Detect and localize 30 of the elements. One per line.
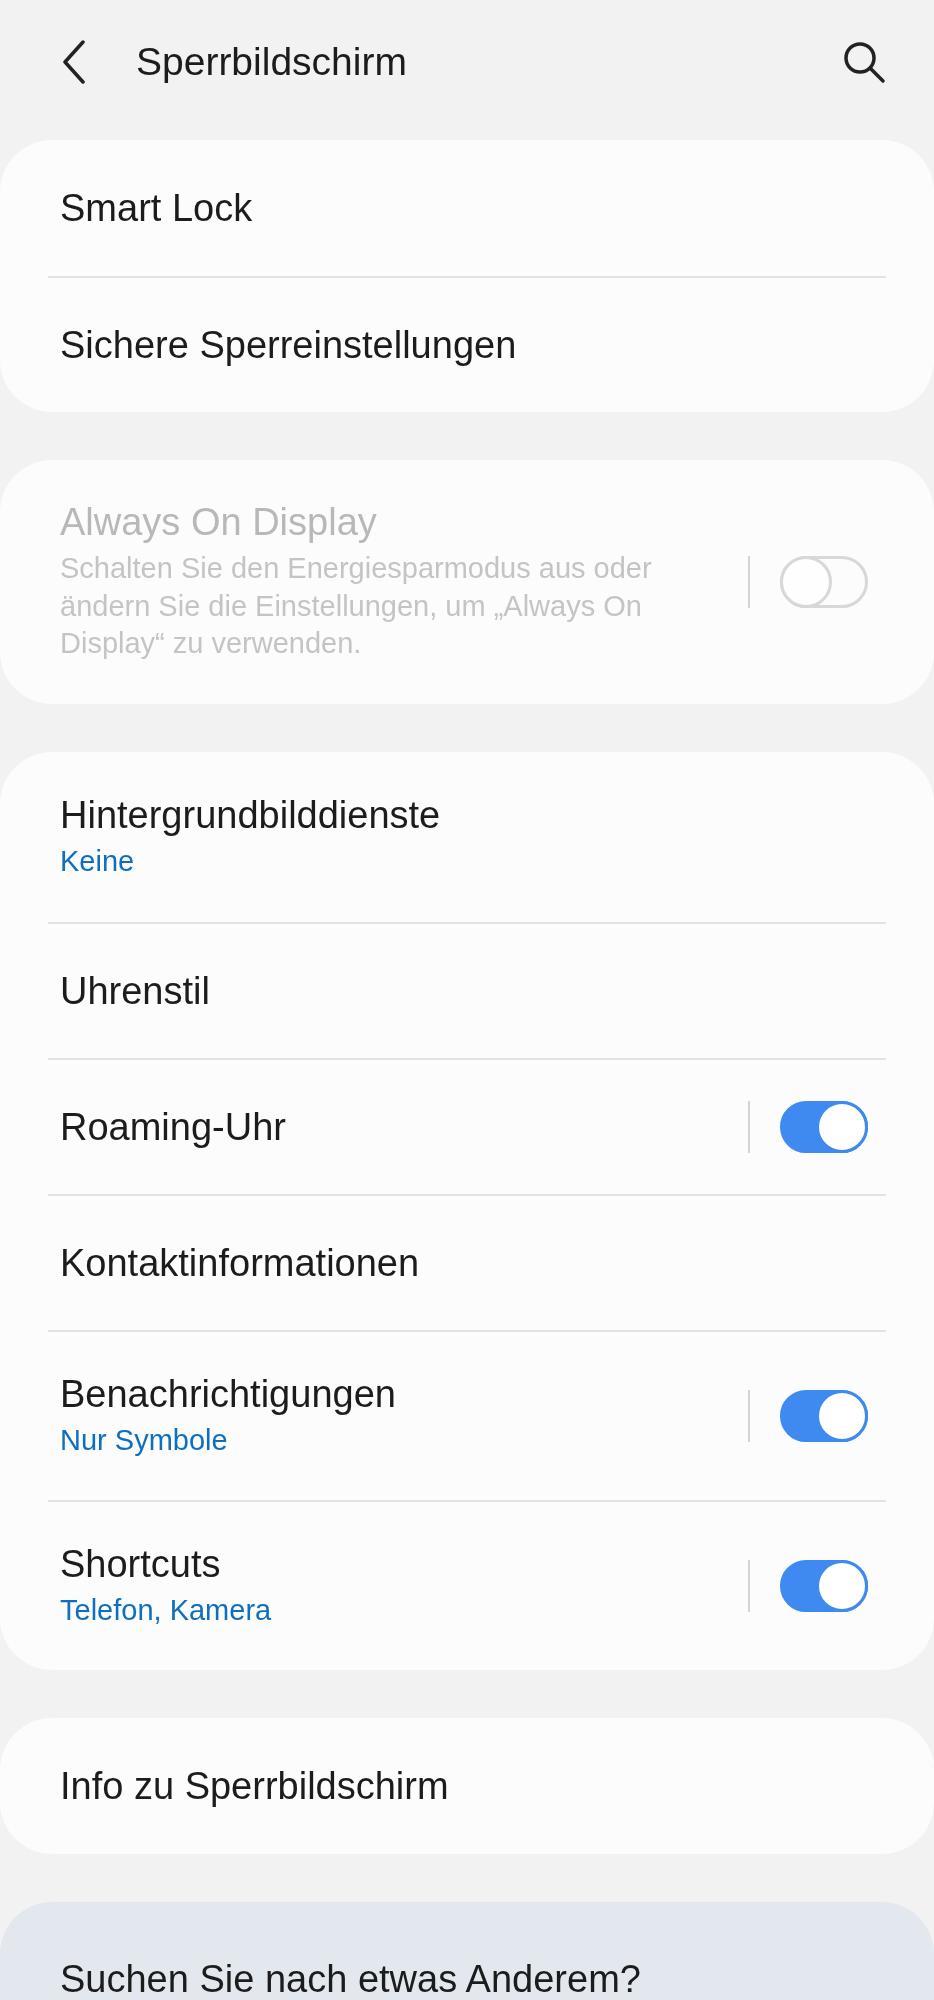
settings-item[interactable]: Shortcuts Telefon, Kamera xyxy=(48,1500,886,1670)
item-title: Hintergrundbilddienste xyxy=(60,793,442,837)
item-title: Sichere Sperreinstellungen xyxy=(60,323,518,367)
item-title: Info zu Sperrbildschirm xyxy=(60,1764,450,1808)
page-title: Sperrbildschirm xyxy=(136,40,408,84)
back-icon[interactable] xyxy=(62,40,86,84)
settings-item[interactable]: Roaming-Uhr xyxy=(48,1058,886,1194)
item-subtitle: Telefon, Kamera xyxy=(60,1592,273,1628)
item-title: Smart Lock xyxy=(60,186,254,230)
toggle-switch[interactable] xyxy=(780,1560,868,1612)
settings-item[interactable]: Info zu Sperrbildschirm xyxy=(48,1718,886,1854)
settings-item[interactable]: Kontaktinformationen xyxy=(48,1194,886,1330)
item-subtitle: Schalten Sie den Energiesparmodus aus oder ändern Sie die Einstellungen, um „Always On Display“ zu verwenden. xyxy=(60,550,653,662)
settings-item[interactable]: Hintergrundbilddienste Keine xyxy=(48,752,886,922)
item-subtitle: Keine xyxy=(60,843,136,879)
settings-item[interactable]: Smart Lock xyxy=(48,140,886,276)
toggle-switch[interactable] xyxy=(780,1101,868,1153)
settings-item[interactable]: Sichere Sperreinstellungen xyxy=(48,276,886,412)
search-icon[interactable] xyxy=(842,40,886,84)
settings-item[interactable]: Benachrichtigungen Nur Symbole xyxy=(48,1330,886,1500)
item-title: Roaming-Uhr xyxy=(60,1105,287,1149)
item-title: Kontaktinformationen xyxy=(60,1241,421,1285)
toggle-switch[interactable] xyxy=(780,1390,868,1442)
item-title: Always On Display xyxy=(60,500,378,544)
settings-item[interactable]: Uhrenstil xyxy=(48,922,886,1058)
item-title: Uhrenstil xyxy=(60,969,211,1013)
suggestion-title: Suchen Sie nach etwas Anderem? xyxy=(60,1958,641,2000)
item-title: Benachrichtigungen xyxy=(60,1372,397,1416)
item-title: Shortcuts xyxy=(60,1542,222,1586)
item-subtitle: Nur Symbole xyxy=(60,1422,229,1458)
